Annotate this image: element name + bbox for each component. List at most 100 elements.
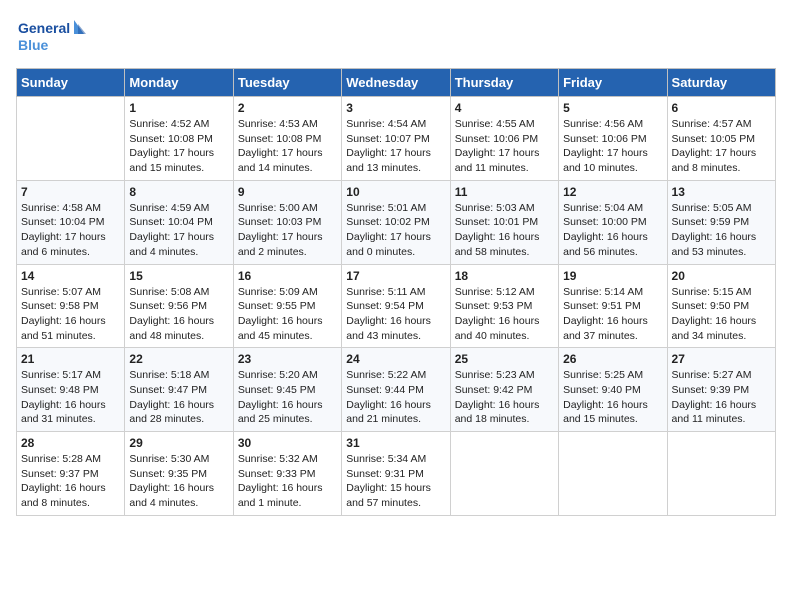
cell-content: Sunrise: 5:05 AM Sunset: 9:59 PM Dayligh…	[672, 201, 771, 260]
logo: General Blue	[16, 16, 86, 60]
cell-content: Sunrise: 5:34 AM Sunset: 9:31 PM Dayligh…	[346, 452, 445, 511]
day-number: 17	[346, 269, 445, 283]
day-number: 20	[672, 269, 771, 283]
day-number: 22	[129, 352, 228, 366]
calendar-cell: 23 Sunrise: 5:20 AM Sunset: 9:45 PM Dayli…	[233, 348, 341, 432]
calendar-cell: 10 Sunrise: 5:01 AM Sunset: 10:02 PM Dayl…	[342, 180, 450, 264]
calendar-cell: 29Sunrise: 5:30 AM Sunset: 9:35 PM Dayli…	[125, 432, 233, 516]
cell-content: Sunrise: 5:28 AM Sunset: 9:37 PM Dayligh…	[21, 452, 120, 511]
cell-content: Sunrise: 5:04 AM Sunset: 10:00 PM Daylig…	[563, 201, 662, 260]
day-number: 15	[129, 269, 228, 283]
calendar-cell: 31 Sunrise: 5:34 AM Sunset: 9:31 PM Dayli…	[342, 432, 450, 516]
day-number: 9	[238, 185, 337, 199]
calendar-cell: 14 Sunrise: 5:07 AM Sunset: 9:58 PM Dayli…	[17, 264, 125, 348]
cell-content: Sunrise: 4:58 AM Sunset: 10:04 PM Daylig…	[21, 201, 120, 260]
calendar-cell: 26 Sunrise: 5:25 AM Sunset: 9:40 PM Dayli…	[559, 348, 667, 432]
col-header-tuesday: Tuesday	[233, 69, 341, 97]
calendar-cell: 3 Sunrise: 4:54 AM Sunset: 10:07 PM Dayli…	[342, 97, 450, 181]
calendar-cell: 9 Sunrise: 5:00 AM Sunset: 10:03 PM Dayli…	[233, 180, 341, 264]
day-number: 25	[455, 352, 554, 366]
day-number: 13	[672, 185, 771, 199]
cell-content: Sunrise: 5:25 AM Sunset: 9:40 PM Dayligh…	[563, 368, 662, 427]
day-number: 2	[238, 101, 337, 115]
calendar-cell	[450, 432, 558, 516]
calendar-cell: 4 Sunrise: 4:55 AM Sunset: 10:06 PM Dayli…	[450, 97, 558, 181]
calendar-cell: 25 Sunrise: 5:23 AM Sunset: 9:42 PM Dayli…	[450, 348, 558, 432]
calendar-cell: 28 Sunrise: 5:28 AM Sunset: 9:37 PM Dayli…	[17, 432, 125, 516]
cell-content: Sunrise: 5:22 AM Sunset: 9:44 PM Dayligh…	[346, 368, 445, 427]
day-number: 14	[21, 269, 120, 283]
cell-content: Sunrise: 5:15 AM Sunset: 9:50 PM Dayligh…	[672, 285, 771, 344]
calendar-week-2: 7 Sunrise: 4:58 AM Sunset: 10:04 PM Dayli…	[17, 180, 776, 264]
cell-content: Sunrise: 5:09 AM Sunset: 9:55 PM Dayligh…	[238, 285, 337, 344]
calendar-cell: 24Sunrise: 5:22 AM Sunset: 9:44 PM Dayli…	[342, 348, 450, 432]
day-number: 5	[563, 101, 662, 115]
day-number: 26	[563, 352, 662, 366]
cell-content: Sunrise: 4:56 AM Sunset: 10:06 PM Daylig…	[563, 117, 662, 176]
day-number: 10	[346, 185, 445, 199]
logo-svg: General Blue	[16, 16, 86, 60]
cell-content: Sunrise: 5:01 AM Sunset: 10:02 PM Daylig…	[346, 201, 445, 260]
page-header: General Blue	[16, 16, 776, 60]
calendar-body: 1 Sunrise: 4:52 AM Sunset: 10:08 PM Dayli…	[17, 97, 776, 516]
calendar-week-1: 1 Sunrise: 4:52 AM Sunset: 10:08 PM Dayli…	[17, 97, 776, 181]
cell-content: Sunrise: 5:03 AM Sunset: 10:01 PM Daylig…	[455, 201, 554, 260]
calendar-cell: 13 Sunrise: 5:05 AM Sunset: 9:59 PM Dayli…	[667, 180, 775, 264]
col-header-friday: Friday	[559, 69, 667, 97]
day-number: 8	[129, 185, 228, 199]
day-number: 12	[563, 185, 662, 199]
cell-content: Sunrise: 5:12 AM Sunset: 9:53 PM Dayligh…	[455, 285, 554, 344]
cell-content: Sunrise: 4:52 AM Sunset: 10:08 PM Daylig…	[129, 117, 228, 176]
day-number: 21	[21, 352, 120, 366]
calendar-cell: 27 Sunrise: 5:27 AM Sunset: 9:39 PM Dayli…	[667, 348, 775, 432]
calendar-cell: 16 Sunrise: 5:09 AM Sunset: 9:55 PM Dayli…	[233, 264, 341, 348]
calendar-cell: 1 Sunrise: 4:52 AM Sunset: 10:08 PM Dayli…	[125, 97, 233, 181]
calendar-cell	[17, 97, 125, 181]
cell-content: Sunrise: 5:30 AM Sunset: 9:35 PM Dayligh…	[129, 452, 228, 511]
calendar-cell: 11 Sunrise: 5:03 AM Sunset: 10:01 PM Dayl…	[450, 180, 558, 264]
calendar-cell	[667, 432, 775, 516]
day-number: 28	[21, 436, 120, 450]
cell-content: Sunrise: 4:55 AM Sunset: 10:06 PM Daylig…	[455, 117, 554, 176]
cell-content: Sunrise: 5:07 AM Sunset: 9:58 PM Dayligh…	[21, 285, 120, 344]
cell-content: Sunrise: 5:08 AM Sunset: 9:56 PM Dayligh…	[129, 285, 228, 344]
cell-content: Sunrise: 5:20 AM Sunset: 9:45 PM Dayligh…	[238, 368, 337, 427]
cell-content: Sunrise: 5:32 AM Sunset: 9:33 PM Dayligh…	[238, 452, 337, 511]
cell-content: Sunrise: 5:00 AM Sunset: 10:03 PM Daylig…	[238, 201, 337, 260]
calendar-cell: 12 Sunrise: 5:04 AM Sunset: 10:00 PM Dayl…	[559, 180, 667, 264]
day-number: 7	[21, 185, 120, 199]
cell-content: Sunrise: 4:54 AM Sunset: 10:07 PM Daylig…	[346, 117, 445, 176]
calendar-cell: 2 Sunrise: 4:53 AM Sunset: 10:08 PM Dayli…	[233, 97, 341, 181]
cell-content: Sunrise: 5:27 AM Sunset: 9:39 PM Dayligh…	[672, 368, 771, 427]
calendar-cell: 30 Sunrise: 5:32 AM Sunset: 9:33 PM Dayli…	[233, 432, 341, 516]
day-number: 11	[455, 185, 554, 199]
calendar-week-4: 21Sunrise: 5:17 AM Sunset: 9:48 PM Dayli…	[17, 348, 776, 432]
calendar-cell: 15 Sunrise: 5:08 AM Sunset: 9:56 PM Dayli…	[125, 264, 233, 348]
col-header-monday: Monday	[125, 69, 233, 97]
calendar-week-3: 14 Sunrise: 5:07 AM Sunset: 9:58 PM Dayli…	[17, 264, 776, 348]
calendar-week-5: 28 Sunrise: 5:28 AM Sunset: 9:37 PM Dayli…	[17, 432, 776, 516]
day-number: 4	[455, 101, 554, 115]
cell-content: Sunrise: 4:53 AM Sunset: 10:08 PM Daylig…	[238, 117, 337, 176]
calendar-table: SundayMondayTuesdayWednesdayThursdayFrid…	[16, 68, 776, 516]
calendar-cell: 21Sunrise: 5:17 AM Sunset: 9:48 PM Dayli…	[17, 348, 125, 432]
calendar-cell: 5 Sunrise: 4:56 AM Sunset: 10:06 PM Dayli…	[559, 97, 667, 181]
day-number: 1	[129, 101, 228, 115]
calendar-cell: 20 Sunrise: 5:15 AM Sunset: 9:50 PM Dayli…	[667, 264, 775, 348]
calendar-cell: 18Sunrise: 5:12 AM Sunset: 9:53 PM Dayli…	[450, 264, 558, 348]
day-number: 3	[346, 101, 445, 115]
calendar-cell: 19Sunrise: 5:14 AM Sunset: 9:51 PM Dayli…	[559, 264, 667, 348]
day-number: 16	[238, 269, 337, 283]
cell-content: Sunrise: 5:11 AM Sunset: 9:54 PM Dayligh…	[346, 285, 445, 344]
cell-content: Sunrise: 4:57 AM Sunset: 10:05 PM Daylig…	[672, 117, 771, 176]
day-number: 31	[346, 436, 445, 450]
col-header-saturday: Saturday	[667, 69, 775, 97]
day-number: 23	[238, 352, 337, 366]
cell-content: Sunrise: 5:18 AM Sunset: 9:47 PM Dayligh…	[129, 368, 228, 427]
calendar-cell: 6Sunrise: 4:57 AM Sunset: 10:05 PM Dayli…	[667, 97, 775, 181]
cell-content: Sunrise: 5:23 AM Sunset: 9:42 PM Dayligh…	[455, 368, 554, 427]
cell-content: Sunrise: 5:14 AM Sunset: 9:51 PM Dayligh…	[563, 285, 662, 344]
day-number: 27	[672, 352, 771, 366]
day-number: 30	[238, 436, 337, 450]
calendar-cell: 22 Sunrise: 5:18 AM Sunset: 9:47 PM Dayli…	[125, 348, 233, 432]
